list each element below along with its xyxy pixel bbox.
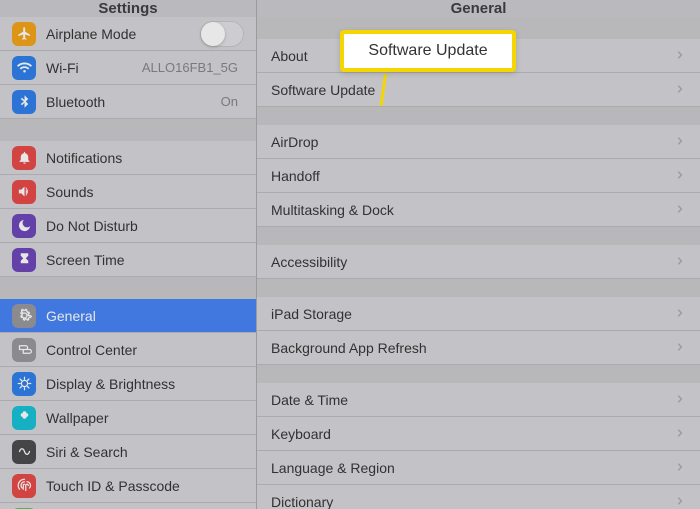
sidebar-item-label: Bluetooth: [46, 94, 221, 110]
row-label: Accessibility: [271, 254, 674, 270]
main-title: General: [257, 0, 700, 17]
general-row-dictionary[interactable]: Dictionary: [257, 485, 700, 509]
chevron-right-icon: [674, 392, 686, 408]
chevron-right-icon: [674, 460, 686, 476]
sidebar-item-value: On: [221, 94, 238, 109]
general-row-language-region[interactable]: Language & Region: [257, 451, 700, 485]
sidebar-item-airplane-mode[interactable]: Airplane Mode: [0, 17, 256, 51]
sidebar-item-value: ALLO16FB1_5G: [142, 60, 238, 75]
row-label: AirDrop: [271, 134, 674, 150]
general-row-multitasking-dock[interactable]: Multitasking & Dock: [257, 193, 700, 227]
chevron-right-icon: [674, 254, 686, 270]
airplane-icon: [12, 22, 36, 46]
sidebar-item-label: General: [46, 308, 244, 324]
general-row-background-app-refresh[interactable]: Background App Refresh: [257, 331, 700, 365]
sidebar-item-label: Wi-Fi: [46, 60, 142, 76]
sidebar-item-notifications[interactable]: Notifications: [0, 141, 256, 175]
sidebar-item-label: Touch ID & Passcode: [46, 478, 244, 494]
sidebar-item-label: Sounds: [46, 184, 244, 200]
sidebar-item-label: Wallpaper: [46, 410, 244, 426]
sidebar-item-sounds[interactable]: Sounds: [0, 175, 256, 209]
sidebar-item-label: Do Not Disturb: [46, 218, 244, 234]
chevron-right-icon: [674, 494, 686, 509]
chevron-right-icon: [674, 426, 686, 442]
bell-icon: [12, 146, 36, 170]
row-label: Background App Refresh: [271, 340, 674, 356]
gear-icon: [12, 304, 36, 328]
sidebar-item-label: Screen Time: [46, 252, 244, 268]
sidebar-item-wi-fi[interactable]: Wi-FiALLO16FB1_5G: [0, 51, 256, 85]
sidebar-item-do-not-disturb[interactable]: Do Not Disturb: [0, 209, 256, 243]
speaker-icon: [12, 180, 36, 204]
sidebar-item-display-brightness[interactable]: Display & Brightness: [0, 367, 256, 401]
highlight-callout: Software Update: [340, 30, 516, 72]
sidebar-item-label: Control Center: [46, 342, 244, 358]
sidebar-item-wallpaper[interactable]: Wallpaper: [0, 401, 256, 435]
moon-icon: [12, 214, 36, 238]
siri-icon: [12, 440, 36, 464]
bluetooth-icon: [12, 90, 36, 114]
sidebar-item-bluetooth[interactable]: BluetoothOn: [0, 85, 256, 119]
sidebar-item-battery[interactable]: Battery: [0, 503, 256, 509]
row-label: Software Update: [271, 82, 674, 98]
settings-sidebar: Settings Airplane ModeWi-FiALLO16FB1_5GB…: [0, 0, 257, 509]
row-label: Multitasking & Dock: [271, 202, 674, 218]
row-label: iPad Storage: [271, 306, 674, 322]
wifi-icon: [12, 56, 36, 80]
chevron-right-icon: [674, 82, 686, 98]
general-row-keyboard[interactable]: Keyboard: [257, 417, 700, 451]
row-label: Dictionary: [271, 494, 674, 509]
general-row-date-time[interactable]: Date & Time: [257, 383, 700, 417]
sidebar-title: Settings: [0, 0, 256, 17]
chevron-right-icon: [674, 202, 686, 218]
flower-icon: [12, 406, 36, 430]
row-label: Date & Time: [271, 392, 674, 408]
general-row-ipad-storage[interactable]: iPad Storage: [257, 297, 700, 331]
general-panel: General AboutSoftware UpdateAirDropHando…: [257, 0, 700, 509]
hourglass-icon: [12, 248, 36, 272]
chevron-right-icon: [674, 306, 686, 322]
row-label: Language & Region: [271, 460, 674, 476]
brightness-icon: [12, 372, 36, 396]
general-row-accessibility[interactable]: Accessibility: [257, 245, 700, 279]
sidebar-item-label: Siri & Search: [46, 444, 244, 460]
sidebar-item-label: Airplane Mode: [46, 26, 200, 42]
row-label: Keyboard: [271, 426, 674, 442]
sidebar-item-control-center[interactable]: Control Center: [0, 333, 256, 367]
chevron-right-icon: [674, 48, 686, 64]
general-row-airdrop[interactable]: AirDrop: [257, 125, 700, 159]
general-row-handoff[interactable]: Handoff: [257, 159, 700, 193]
chevron-right-icon: [674, 134, 686, 150]
sidebar-item-touch-id-passcode[interactable]: Touch ID & Passcode: [0, 469, 256, 503]
chevron-right-icon: [674, 168, 686, 184]
sidebar-item-siri-search[interactable]: Siri & Search: [0, 435, 256, 469]
switches-icon: [12, 338, 36, 362]
fingerprint-icon: [12, 474, 36, 498]
sidebar-item-label: Notifications: [46, 150, 244, 166]
row-label: Handoff: [271, 168, 674, 184]
sidebar-item-general[interactable]: General: [0, 299, 256, 333]
sidebar-item-label: Display & Brightness: [46, 376, 244, 392]
airplane-mode-toggle[interactable]: [200, 21, 244, 47]
sidebar-item-screen-time[interactable]: Screen Time: [0, 243, 256, 277]
chevron-right-icon: [674, 340, 686, 356]
general-row-software-update[interactable]: Software Update: [257, 73, 700, 107]
